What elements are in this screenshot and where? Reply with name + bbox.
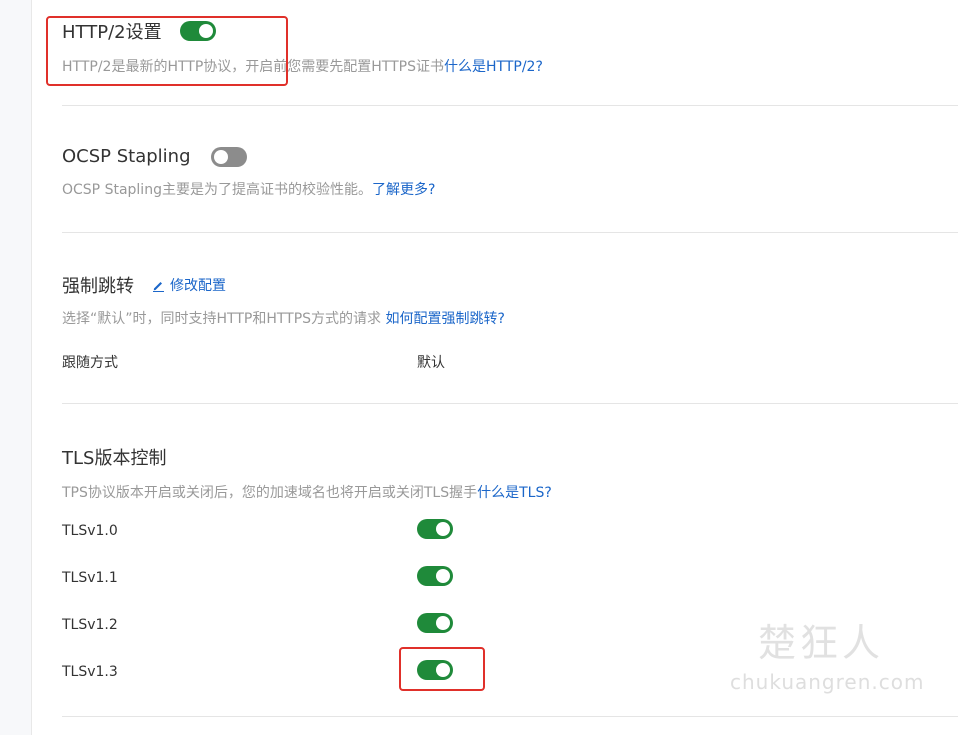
settings-page: HTTP/2设置 HTTP/2是最新的HTTP协议，开启前您需要先配置HTTPS… xyxy=(0,0,958,735)
redirect-title-row: 强制跳转 修改配置 xyxy=(62,272,505,298)
tls-v13-label: TLSv1.3 xyxy=(62,664,118,680)
tls-desc-row: TPS协议版本开启或关闭后，您的加速域名也将开启或关闭TLS握手什么是TLS? xyxy=(62,482,552,502)
divider xyxy=(62,403,958,404)
pencil-icon xyxy=(153,281,164,292)
redirect-desc: 选择“默认”时，同时支持HTTP和HTTPS方式的请求 xyxy=(62,311,386,327)
tls-v12-toggle[interactable] xyxy=(417,613,453,633)
redirect-help-link[interactable]: 如何配置强制跳转? xyxy=(386,311,505,327)
http2-highlight-box xyxy=(46,16,288,86)
tls-title: TLS版本控制 xyxy=(62,448,167,469)
tls-v13-highlight-box xyxy=(399,647,485,691)
divider xyxy=(62,105,958,106)
ocsp-toggle[interactable] xyxy=(210,146,247,167)
toggle-knob xyxy=(436,569,450,583)
ocsp-help-link[interactable]: 了解更多? xyxy=(372,182,435,198)
tls-v12-label: TLSv1.2 xyxy=(62,617,118,633)
ocsp-section: OCSP Stapling OCSP Stapling主要是为了提高证书的校验性… xyxy=(62,146,435,199)
redirect-mode-value: 默认 xyxy=(417,355,445,371)
tls-v10-toggle[interactable] xyxy=(417,519,453,539)
ocsp-desc-row: OCSP Stapling主要是为了提高证书的校验性能。了解更多? xyxy=(62,179,435,199)
ocsp-title: OCSP Stapling xyxy=(62,146,191,167)
tls-title-row: TLS版本控制 xyxy=(62,444,552,470)
tls-section: TLS版本控制 TPS协议版本开启或关闭后，您的加速域名也将开启或关闭TLS握手… xyxy=(62,444,552,502)
watermark-url: chukuangren.com xyxy=(730,670,925,694)
redirect-desc-row: 选择“默认”时，同时支持HTTP和HTTPS方式的请求 如何配置强制跳转? xyxy=(62,308,505,328)
tls-desc: TPS协议版本开启或关闭后，您的加速域名也将开启或关闭TLS握手 xyxy=(62,485,478,501)
divider xyxy=(62,232,958,233)
toggle-knob xyxy=(213,149,228,164)
toggle-knob xyxy=(436,616,450,630)
edit-config-label: 修改配置 xyxy=(170,278,226,294)
redirect-title: 强制跳转 xyxy=(62,276,134,297)
ocsp-title-row: OCSP Stapling xyxy=(62,146,435,167)
ocsp-desc: OCSP Stapling主要是为了提高证书的校验性能。 xyxy=(62,182,372,198)
tls-v11-toggle[interactable] xyxy=(417,566,453,586)
divider xyxy=(62,716,958,717)
left-rail xyxy=(0,0,32,735)
tls-v10-label: TLSv1.0 xyxy=(62,523,118,539)
tls-v11-label: TLSv1.1 xyxy=(62,570,118,586)
toggle-knob xyxy=(436,522,450,536)
tls-help-link[interactable]: 什么是TLS? xyxy=(477,485,552,501)
http2-help-link[interactable]: 什么是HTTP/2? xyxy=(444,59,543,75)
redirect-section: 强制跳转 修改配置 选择“默认”时，同时支持HTTP和HTTPS方式的请求 如何… xyxy=(62,272,505,328)
edit-config-link[interactable]: 修改配置 xyxy=(152,275,226,295)
watermark-logo: 楚狂人 xyxy=(758,621,885,665)
redirect-mode-label: 跟随方式 xyxy=(62,355,118,371)
